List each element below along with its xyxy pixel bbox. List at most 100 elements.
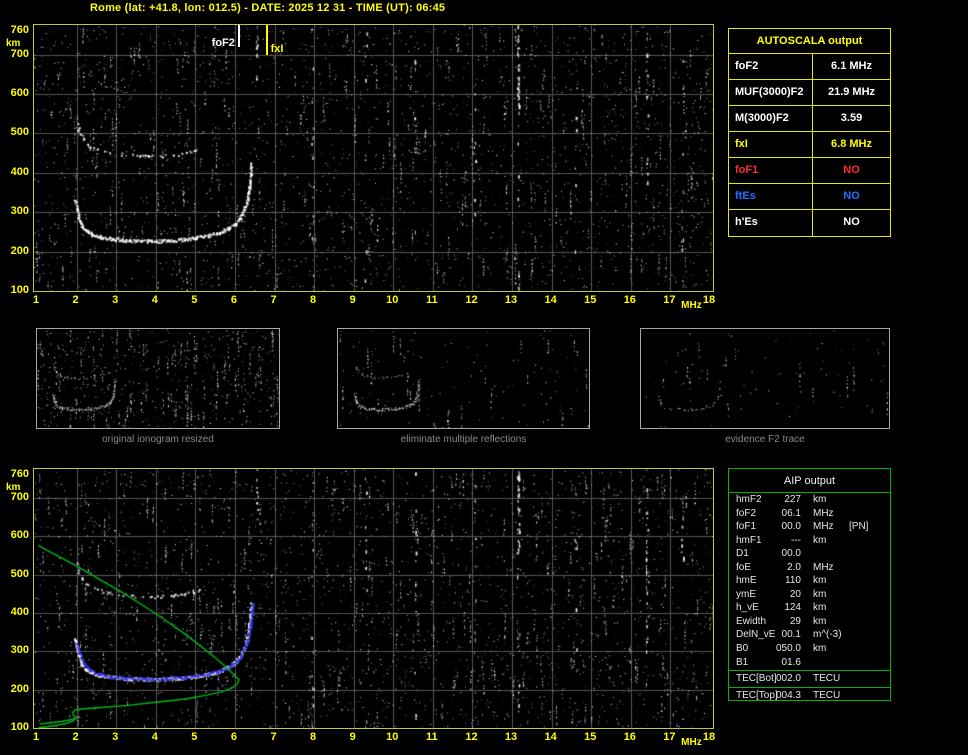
x-tick-label-2: 2	[72, 294, 79, 306]
x-tick-label-1: 1	[32, 294, 40, 306]
x-tick-label-15: 15	[584, 731, 597, 743]
x-tick-label-14: 14	[544, 294, 557, 306]
aip-param-value: 2.0	[787, 561, 801, 573]
aip-param-unit: m^(-3)	[813, 629, 842, 641]
aip-param-unit: km	[813, 534, 827, 546]
ionogram-canvas-top	[34, 25, 713, 291]
thumbnail-eliminate-reflections	[337, 328, 590, 429]
x-tick-label-12: 12	[465, 294, 478, 306]
aip-row-hmF1: hmF1 --- km	[729, 534, 890, 548]
x-tick-label-13: 13	[504, 731, 518, 743]
x-tick-label-7: 7	[270, 731, 277, 743]
ionogram-canvas-bottom	[34, 469, 713, 728]
y-tick-label-200: 200	[10, 244, 29, 257]
aip-param-value: 227	[784, 494, 801, 505]
autoscala-row-h'Es: h'Es NO	[729, 210, 890, 236]
x-tick-label-8: 8	[310, 731, 317, 743]
aip-param-unit: km	[813, 643, 827, 655]
aip-param-value: 110	[785, 575, 801, 587]
foF2-marker-line	[237, 25, 240, 47]
y-tick-label-300: 300	[10, 644, 29, 657]
x-tick-label-1: 1	[32, 731, 40, 743]
x-tick-label-10: 10	[386, 731, 399, 743]
aip-param-name: foF1	[736, 521, 757, 533]
aip-divider	[729, 670, 890, 672]
aip-divider	[729, 686, 890, 688]
aip-param-note: [PN]	[849, 521, 869, 533]
aip-row-B1: B1 01.6	[729, 656, 890, 670]
aip-row-DelN_vE: DelN_vE 00.1 m^(-3)	[729, 628, 890, 642]
aip-row-ymE: ymE 20 km	[729, 588, 890, 602]
y-tick-label-760: 760	[10, 23, 29, 36]
parameter-label: ftEs	[729, 184, 813, 209]
aip-row-foF1: foF1 00.0 MHz [PN]	[729, 520, 890, 534]
aip-output-table: AIP output hmF2 227 km foF2 06.1 MHz foF1 00.0 M…	[728, 468, 891, 701]
x-tick-label-13: 13	[504, 294, 518, 306]
aip-param-value: 002.0	[775, 673, 801, 685]
autoscala-row-M(3000)F2: M(3000)F2 3.59	[729, 106, 890, 132]
x-tick-label-2: 2	[72, 731, 79, 743]
parameter-value: 6.1 MHz	[831, 60, 872, 72]
aip-param-unit: km	[813, 588, 827, 600]
y-tick-label-500: 500	[10, 126, 29, 139]
x-tick-label-9: 9	[349, 731, 356, 743]
autoscala-row-fxI: fxI 6.8 MHz	[729, 132, 890, 158]
y-tick-label-700: 700	[10, 490, 29, 503]
station-title: Rome (lat: +41.8, lon: 012.5) - DATE: 20…	[90, 2, 446, 14]
y-axis-unit-label: km	[6, 37, 21, 49]
aip-param-name: foE	[736, 561, 752, 573]
autoscala-output-table: AUTOSCALA output foF2 6.1 MHz MUF(3000)F2 2…	[728, 28, 891, 237]
aip-param-unit: km	[813, 615, 827, 627]
parameter-value: NO	[843, 216, 860, 228]
aip-param-unit: km	[813, 575, 827, 587]
parameter-label: h'Es	[729, 210, 813, 236]
aip-row-foE: foE 2.0 MHz	[729, 561, 890, 575]
aip-param-value: 124	[784, 602, 801, 614]
x-tick-label-14: 14	[544, 731, 557, 743]
x-tick-label-6: 6	[230, 731, 237, 743]
aip-table-title: AIP output	[729, 469, 890, 493]
x-tick-label-8: 8	[310, 294, 317, 306]
aip-table-rows: hmF2 227 km foF2 06.1 MHz foF1 00.0 MHz [PN] hmF1 -…	[729, 493, 890, 702]
x-tick-label-4: 4	[151, 294, 158, 306]
thumbnail-original-ionogram	[36, 328, 280, 429]
y-tick-label-760: 760	[10, 467, 29, 480]
aip-param-value: 20	[789, 588, 801, 600]
ionogram-plot-top: foF2 fxI	[33, 24, 714, 292]
thumbnail-canvas-evidence	[641, 329, 889, 428]
autoscala-table-rows: foF2 6.1 MHz MUF(3000)F2 21.9 MHz M(3000)F2 3…	[729, 54, 890, 236]
parameter-label: foF1	[729, 158, 813, 183]
aip-row-hmF2: hmF2 227 km	[729, 493, 890, 507]
x-tick-label-3: 3	[112, 294, 119, 306]
aip-param-name: hmF1	[736, 534, 762, 546]
y-tick-label-700: 700	[10, 47, 29, 60]
aip-row-TEC[Bot]: TEC[Bot] 002.0 TECU	[729, 672, 890, 686]
x-tick-label-11: 11	[426, 294, 438, 306]
fxI-marker-label: fxI	[270, 43, 284, 55]
aip-param-name: foF2	[736, 507, 757, 519]
y-tick-label-600: 600	[10, 86, 29, 99]
thumbnail-caption-evidence: evidence F2 trace	[725, 434, 805, 445]
y-tick-label-400: 400	[10, 165, 29, 178]
autoscala-row-MUF(3000)F2: MUF(3000)F2 21.9 MHz	[729, 80, 890, 106]
aip-row-hmE: hmE 110 km	[729, 574, 890, 588]
thumbnail-canvas-original	[37, 329, 279, 428]
autoscala-row-foF2: foF2 6.1 MHz	[729, 54, 890, 80]
foF2-marker-label: foF2	[211, 37, 235, 49]
x-axis-unit-label: MHz	[681, 300, 702, 311]
y-tick-label-400: 400	[10, 605, 29, 618]
aip-param-name: hmF2	[736, 494, 762, 505]
aip-row-B0: B0 050.0 km	[729, 642, 890, 656]
y-tick-label-300: 300	[10, 205, 29, 218]
x-tick-label-5: 5	[191, 294, 198, 306]
aip-row-Ewidth: Ewidth 29 km	[729, 615, 890, 629]
aip-param-value: 29	[789, 615, 801, 627]
x-tick-label-16: 16	[623, 294, 636, 306]
x-tick-label-15: 15	[584, 294, 597, 306]
aip-param-unit: TECU	[813, 673, 841, 685]
y-axis-unit-label: km	[6, 481, 21, 493]
parameter-value: NO	[843, 190, 860, 202]
aip-param-unit: TECU	[813, 689, 841, 701]
parameter-value: 6.8 MHz	[831, 138, 872, 150]
parameter-value: 21.9 MHz	[827, 86, 876, 98]
